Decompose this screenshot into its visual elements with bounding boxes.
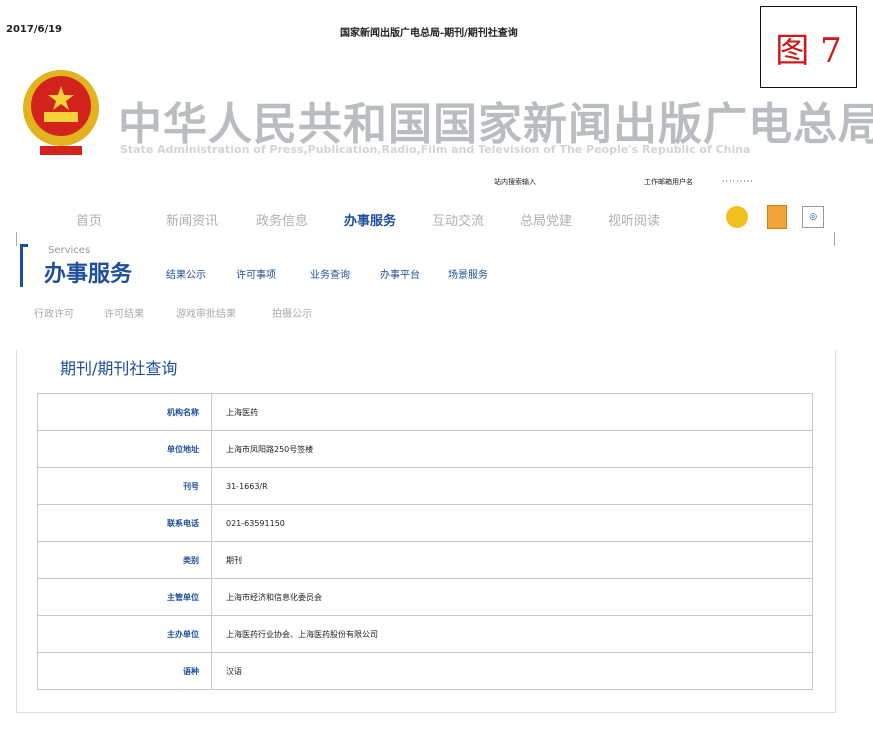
service-link-scenario[interactable]: 场景服务 [448,266,488,281]
sub-link-permit-results[interactable]: 许可结果 [104,305,144,320]
query-result-table: 机构名称 上海医药 单位地址 上海市凤阳路250号签楼 刊号 31-1663/R 联系… [37,393,813,690]
table-row: 主管单位 上海市经济和信息化委员会 [37,578,813,616]
service-link-query[interactable]: 业务查询 [310,266,350,281]
nav-government-info[interactable]: 政务信息 [256,210,308,229]
field-label: 单位地址 [37,430,212,468]
field-value: 上海医药 [211,393,813,431]
nav-av-reading[interactable]: 视听阅读 [608,210,660,229]
service-link-platform[interactable]: 办事平台 [380,266,420,281]
field-value: 021-63591150 [211,504,813,542]
field-value: 汉语 [211,652,813,690]
email-username-input[interactable]: 工作邮箱用户名 [644,177,693,187]
field-label: 类别 [37,541,212,579]
table-row: 语种 汉语 [37,652,813,690]
field-label: 刊号 [37,467,212,505]
browser-page-title: 国家新闻出版广电总局-期刊/期刊社查询 [340,28,518,39]
service-link-results[interactable]: 结果公示 [166,266,206,281]
sub-link-filming[interactable]: 拍摄公示 [272,305,312,320]
field-label: 联系电话 [37,504,212,542]
email-password-input[interactable]: ········· [722,177,754,186]
sub-link-game-approval[interactable]: 游戏审批结果 [176,305,236,320]
table-row: 类别 期刊 [37,541,813,579]
sub-link-admin-permit[interactable]: 行政许可 [34,305,74,320]
chat-icon[interactable] [726,206,748,228]
table-row: 主办单位 上海医药行业协会、上海医药股份有限公司 [37,615,813,653]
field-label: 机构名称 [37,393,212,431]
site-search-input[interactable]: 站内搜索输入 [494,177,536,187]
section-title-en: Services [48,245,91,256]
document-icon[interactable] [767,205,788,229]
table-row: 机构名称 上海医药 [37,393,813,431]
field-value: 上海市经济和信息化委员会 [211,578,813,616]
accessibility-icon[interactable]: ◎ [802,206,825,228]
query-title: 期刊/期刊社查询 [60,359,178,378]
table-row: 联系电话 021-63591150 [37,504,813,542]
field-value: 上海市凤阳路250号签楼 [211,430,813,468]
field-label: 主管单位 [37,578,212,616]
figure-label: 图 7 [760,6,857,88]
field-value: 期刊 [211,541,813,579]
section-title: 办事服务 [44,262,133,287]
field-value: 上海医药行业协会、上海医药股份有限公司 [211,615,813,653]
divider [834,232,835,246]
field-value: 31-1663/R [211,467,813,505]
field-label: 主办单位 [37,615,212,653]
section-bracket [20,244,28,287]
national-emblem-icon [18,66,104,162]
nav-interaction[interactable]: 互动交流 [432,210,484,229]
table-row: 单位地址 上海市凤阳路250号签楼 [37,430,813,468]
site-subtitle: State Administration of Press,Publicatio… [120,143,751,156]
nav-party[interactable]: 总局党建 [520,210,572,229]
divider [16,232,17,246]
field-label: 语种 [37,652,212,690]
print-date: 2017/6/19 [6,24,63,35]
nav-home[interactable]: 首页 [76,210,102,229]
nav-services[interactable]: 办事服务 [344,210,396,229]
nav-icon-group: ◎ [726,205,825,229]
nav-news[interactable]: 新闻资讯 [166,210,218,229]
service-link-permits[interactable]: 许可事项 [236,266,276,281]
table-row: 刊号 31-1663/R [37,467,813,505]
